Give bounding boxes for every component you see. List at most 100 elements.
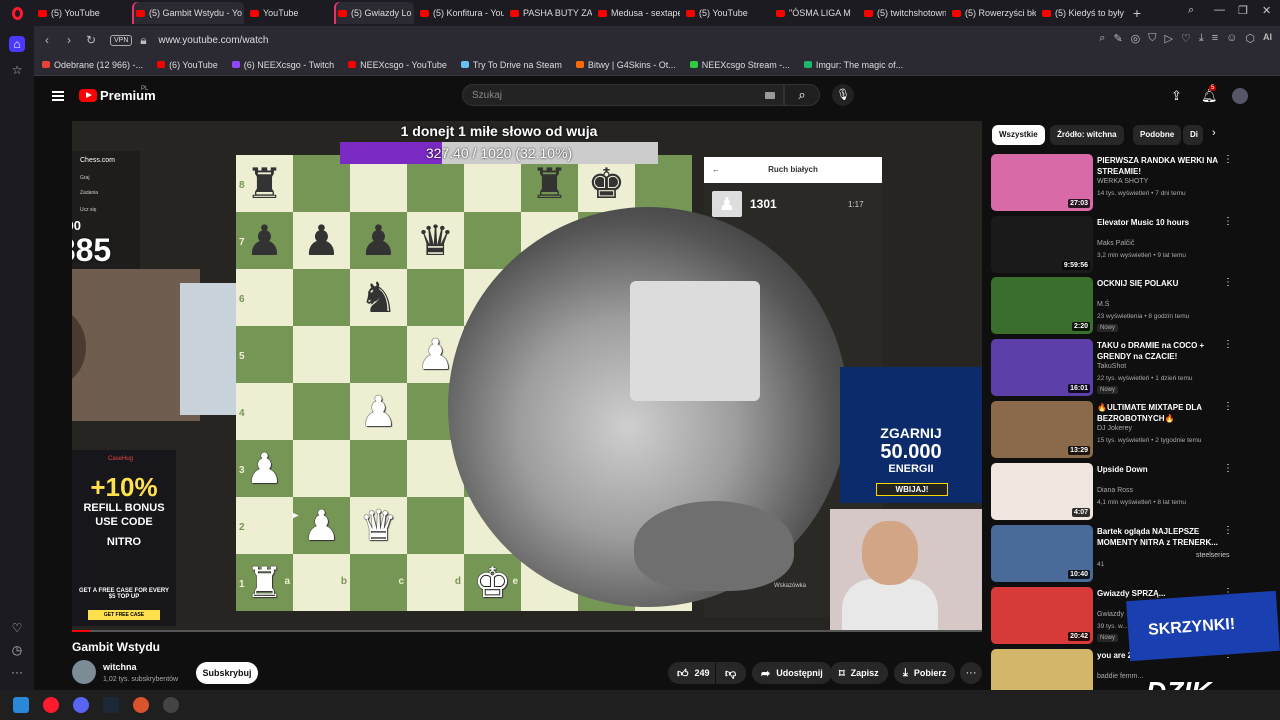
tab[interactable]: "ÓSMA LIGA M xyxy=(772,2,858,24)
board-square[interactable] xyxy=(350,326,407,383)
recommendation-item[interactable]: 2:20 OCKNIJ SIĘ POLAKU M.Ś 23 wyświetlenia … xyxy=(991,277,1267,337)
board-square[interactable]: ♟ xyxy=(293,497,350,554)
board-square[interactable] xyxy=(407,497,464,554)
black-queen-icon[interactable]: ♛ xyxy=(417,212,455,269)
recommendation-title[interactable]: OCKNIJ SIĘ POLAKU xyxy=(1097,278,1223,289)
forward-icon[interactable]: › xyxy=(58,33,80,47)
ai-button[interactable]: AI xyxy=(1263,32,1272,45)
recommendation-title[interactable]: Upside Down xyxy=(1097,464,1223,475)
video-thumbnail[interactable]: 10:40 xyxy=(991,525,1093,582)
tab[interactable]: YouTube xyxy=(246,2,332,24)
board-square[interactable]: ♟ xyxy=(350,212,407,269)
recommendation-channel[interactable]: M.Ś xyxy=(1097,301,1109,308)
maximize-icon[interactable]: ❐ xyxy=(1238,4,1248,17)
opera-taskbar-icon[interactable] xyxy=(43,697,59,713)
new-tab-button[interactable]: + xyxy=(1126,5,1148,21)
recommendation-title[interactable]: Elevator Music 10 hours xyxy=(1097,217,1223,228)
chip-related[interactable]: Podobne xyxy=(1133,125,1182,145)
video-progress-bar[interactable] xyxy=(72,630,982,632)
steam-taskbar-icon[interactable] xyxy=(103,697,119,713)
bookmark-item[interactable]: Bitwy | G4Skins - Ot... xyxy=(575,60,676,70)
white-pawn-icon[interactable]: ♟ xyxy=(360,383,398,440)
board-square[interactable]: 4 xyxy=(236,383,293,440)
recommendation-item[interactable]: 9:59:56 Elevator Music 10 hours Maks Palči… xyxy=(991,216,1267,276)
more-options-icon[interactable]: ⋮ xyxy=(1223,154,1233,165)
board-square[interactable] xyxy=(293,440,350,497)
board-square[interactable]: ♟ xyxy=(350,383,407,440)
minimize-icon[interactable]: — xyxy=(1214,4,1225,16)
bookmark-item[interactable]: (6) NEEXcsgo - Twitch xyxy=(231,60,334,70)
black-pawn-icon[interactable]: ♟ xyxy=(360,212,398,269)
more-options-icon[interactable]: ⋮ xyxy=(1223,277,1233,288)
keyboard-icon[interactable] xyxy=(765,92,775,99)
bookmark-item[interactable]: Odebrane (12 966) -... xyxy=(42,60,143,70)
white-pawn-icon[interactable]: ♟ xyxy=(303,497,341,554)
save-button[interactable]: ⌑ Zapisz xyxy=(830,662,888,684)
tab[interactable]: PASHA BUTY ZA 2.0 xyxy=(506,2,592,24)
black-knight-icon[interactable]: ♞ xyxy=(360,269,398,326)
bookmark-item[interactable]: NEEXcsgo Stream -... xyxy=(689,60,790,70)
video-thumbnail[interactable]: 2:20 xyxy=(991,277,1093,334)
board-square[interactable]: ♛ xyxy=(350,497,407,554)
recommendation-item[interactable]: 4:07 Upside Down Diana Ross 4,1 mln wyświet… xyxy=(991,463,1267,523)
bookmark-item[interactable]: (6) YouTube xyxy=(157,60,218,70)
like-button[interactable]: 👍︎ 249 xyxy=(668,662,715,684)
upload-icon[interactable]: ⇪ xyxy=(1171,88,1182,104)
board-square[interactable] xyxy=(293,326,350,383)
home-icon[interactable]: ⌂ xyxy=(9,36,25,52)
board-square[interactable]: ♛ xyxy=(407,212,464,269)
recommendation-channel[interactable]: DJ Jokerey xyxy=(1097,425,1132,432)
vpn-badge[interactable]: VPN xyxy=(110,34,133,46)
more-options-icon[interactable]: ⋮ xyxy=(1223,463,1233,474)
edit-icon[interactable]: ✎ xyxy=(1113,32,1122,45)
video-thumbnail[interactable]: 16:01 xyxy=(991,339,1093,396)
recommendation-item[interactable]: 13:29 🔥ULTIMATE MIXTAPE DLA BEZROBOTNYCH🔥… xyxy=(991,401,1267,461)
recommendation-channel[interactable]: Gwiazdy xyxy=(1097,611,1124,618)
camera-icon[interactable]: ◎ xyxy=(1131,32,1141,45)
back-icon[interactable]: ‹ xyxy=(36,33,58,47)
star-icon[interactable]: ☆ xyxy=(9,62,25,78)
board-square[interactable] xyxy=(350,440,407,497)
video-thumbnail[interactable]: 27:03 xyxy=(991,154,1093,211)
board-square[interactable]: 5 xyxy=(236,326,293,383)
discord-taskbar-icon[interactable] xyxy=(73,697,89,713)
download-icon[interactable]: ⤓ xyxy=(1199,32,1204,45)
recommendation-title[interactable]: 🔥ULTIMATE MIXTAPE DLA BEZROBOTNYCH🔥 xyxy=(1097,402,1223,424)
white-king-icon[interactable]: ♚ xyxy=(474,554,512,611)
video-player[interactable]: Chess.com Graj Zadania Ucz się 3000 2885… xyxy=(72,121,982,632)
heart-icon[interactable]: ♡ xyxy=(1181,32,1191,45)
black-pawn-icon[interactable]: ♟ xyxy=(246,212,284,269)
bookmark-item[interactable]: Try To Drive na Steam xyxy=(460,60,562,70)
video-thumbnail[interactable]: 20:42 xyxy=(991,587,1093,644)
white-pawn-icon[interactable]: ♟ xyxy=(246,440,284,497)
tab[interactable]: (5) Konfitura - YouTu xyxy=(416,2,504,24)
more-actions-button[interactable]: ··· xyxy=(960,662,982,684)
history-icon[interactable]: ◷ xyxy=(9,642,25,658)
search-tabs-icon[interactable]: ⌕ xyxy=(1188,4,1194,17)
tab[interactable]: (5) YouTube xyxy=(34,2,130,24)
close-window-icon[interactable]: ✕ xyxy=(1262,4,1271,17)
white-pawn-icon[interactable]: ♟ xyxy=(417,326,455,383)
black-rook-icon[interactable]: ♜ xyxy=(246,155,284,212)
download-button[interactable]: ⤓ Pobierz xyxy=(894,662,956,684)
chevron-right-icon[interactable]: › xyxy=(1212,127,1216,139)
avatar[interactable] xyxy=(1232,88,1248,104)
board-square[interactable] xyxy=(407,269,464,326)
list-icon[interactable]: ≡ xyxy=(1212,32,1218,45)
board-square[interactable]: ♟ xyxy=(293,212,350,269)
board-square[interactable] xyxy=(293,269,350,326)
channel-avatar[interactable] xyxy=(72,660,96,684)
microphone-icon[interactable]: 🎙︎ xyxy=(832,84,854,106)
board-square[interactable]: 6 xyxy=(236,269,293,326)
video-thumbnail[interactable]: 13:29 xyxy=(991,401,1093,458)
channel-name[interactable]: witchna xyxy=(103,662,137,672)
menu-icon[interactable] xyxy=(52,91,64,101)
recommendation-title[interactable]: Bartek ogląda NAJLEPSZE MOMENTY NITRA z … xyxy=(1097,526,1223,548)
white-rook-icon[interactable]: ♜ xyxy=(246,554,284,611)
subscribe-button[interactable]: Subskrybuj xyxy=(196,662,258,684)
video-thumbnail[interactable]: 9:59:56 xyxy=(991,216,1093,273)
board-square[interactable]: e ♚ xyxy=(464,554,521,611)
more-options-icon[interactable]: ⋮ xyxy=(1223,401,1233,412)
more-options-icon[interactable]: ⋮ xyxy=(1223,525,1233,536)
share-button[interactable]: ➦ Udostępnij xyxy=(752,662,832,684)
